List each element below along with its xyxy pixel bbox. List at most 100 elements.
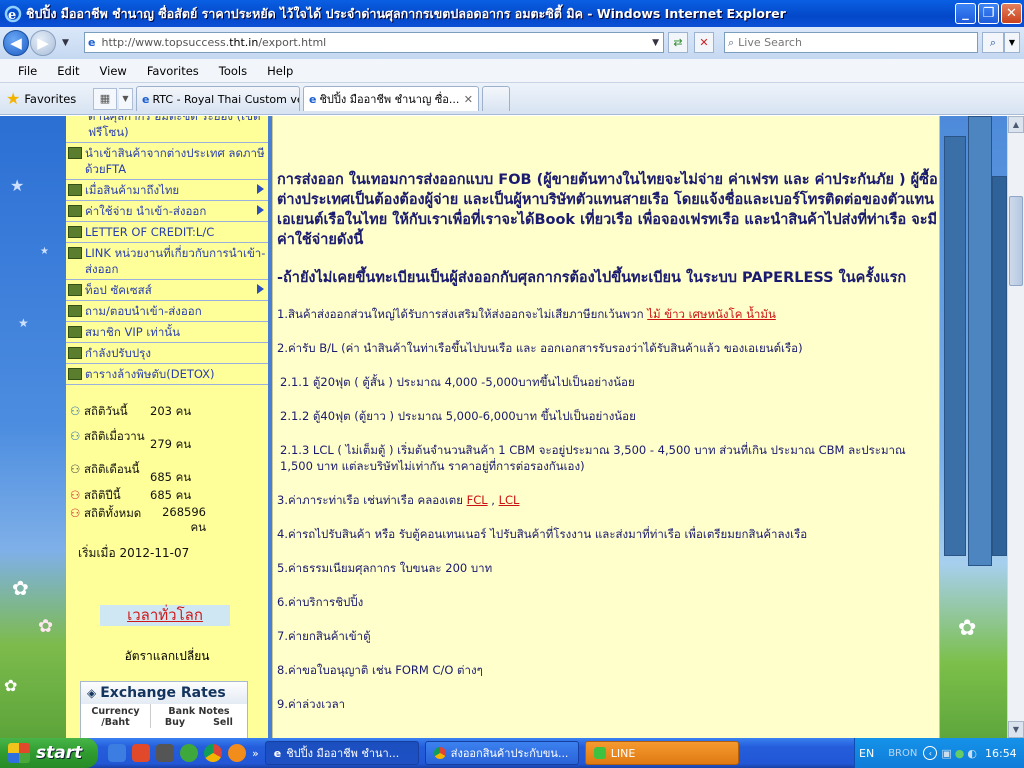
ie-tab-icon: e	[309, 92, 317, 106]
fcl-link[interactable]: FCL	[467, 493, 488, 507]
clock[interactable]: 16:54	[985, 747, 1017, 760]
address-url[interactable]: http://www.topsuccess.tht.in/export.html	[101, 36, 326, 49]
scroll-down-button[interactable]: ▼	[1008, 721, 1024, 738]
taxed-goods-link[interactable]: ไม้ ข้าว เศษหนังโค น้ำมัน	[647, 307, 776, 321]
sidebar-item-amata-customs[interactable]: ด่านศุลกากร อมตะซิตี้ ระยอง (เขตฟรีโซน)	[66, 116, 268, 143]
taskbar-chrome-window[interactable]: ส่งออกสินค้าประกับขน...	[424, 741, 579, 765]
forward-button[interactable]: ▶	[30, 30, 56, 56]
system-tray: EN BRON ‹ ▣ ● ◐ 16:54	[854, 738, 1024, 768]
menu-view[interactable]: View	[100, 64, 127, 78]
address-bar[interactable]: e http://www.topsuccess.tht.in/export.ht…	[84, 32, 664, 53]
messenger-quicklaunch-icon[interactable]	[180, 744, 198, 762]
new-tab-button[interactable]	[482, 86, 510, 111]
start-label: start	[36, 743, 83, 763]
search-options-button[interactable]: ▼	[1004, 32, 1020, 53]
building-graphic	[992, 176, 1007, 556]
lcl-link[interactable]: LCL	[499, 493, 520, 507]
scroll-up-button[interactable]: ▲	[1008, 116, 1024, 133]
menu-file[interactable]: File	[18, 64, 37, 78]
menu-favorites[interactable]: Favorites	[147, 64, 199, 78]
tab-close-icon[interactable]: ✕	[464, 93, 473, 106]
menu-tools[interactable]: Tools	[219, 64, 247, 78]
star-icon: ★	[18, 316, 29, 330]
quicklaunch-more-icon[interactable]: »	[252, 747, 259, 760]
stat-value: 203 คน	[150, 404, 192, 418]
stats-started-date: เริ่มเมื่อ 2012-11-07	[78, 546, 190, 560]
sidebar-item-top-success[interactable]: ท็อป ซัคเซสส์	[66, 280, 268, 301]
back-button[interactable]: ◀	[3, 30, 29, 56]
ie-quicklaunch-icon[interactable]	[108, 744, 126, 762]
page-scrollbar[interactable]: ▲ ▼	[1007, 116, 1024, 738]
tab-list-dropdown[interactable]: ▼	[119, 87, 133, 110]
stat-month: ⚇ สถิติเดือนนี้ 685 คน	[70, 461, 268, 487]
sidebar-item-letter-of-credit[interactable]: LETTER OF CREDIT:L/C	[66, 222, 268, 243]
start-button[interactable]: start	[0, 738, 98, 768]
stats-icon: ⚇	[70, 462, 81, 476]
building-graphic	[968, 116, 992, 566]
world-time-link[interactable]: เวลาทั่วโลก	[100, 605, 230, 626]
app-quicklaunch-icon[interactable]	[156, 744, 174, 762]
volume-icon[interactable]: ◐	[967, 747, 977, 760]
menu-help[interactable]: Help	[267, 64, 293, 78]
windows-logo-icon	[8, 743, 30, 763]
stats-icon: ⚇	[70, 429, 81, 443]
exchange-rates-columns: Currency /Baht Bank Notes Buy Sell	[81, 704, 247, 728]
stat-label: สถิติทั้งหมด	[83, 506, 142, 520]
sidebar-item-faq[interactable]: ถาม/ตอบนำเข้า-ส่งออก	[66, 301, 268, 322]
taskbar-line-window[interactable]: LINE	[584, 741, 739, 765]
sidebar-item-updating[interactable]: กำลังปรับปรุง	[66, 343, 268, 364]
tab-rtc[interactable]: eRTC - Royal Thai Custom ver...	[136, 86, 300, 111]
diamond-icon: ◈	[87, 686, 97, 700]
star-icon: ★	[10, 176, 25, 195]
submenu-arrow-icon	[257, 184, 264, 194]
close-button[interactable]: ✕	[1001, 3, 1022, 24]
sidebar-item-costs[interactable]: ค่าใช้จ่าย นำเข้า-ส่งออก	[66, 201, 268, 222]
sidebar-item-detox[interactable]: ตารางล้างพิษตับ(DETOX)	[66, 364, 268, 385]
main-content: การส่งออก ในเทอมการส่งออกแบบ FOB (ผู้ขาย…	[272, 116, 940, 738]
sidebar-item-fta-import[interactable]: นำเข้าสินค้าจากต่างประเทศ ลดภาษีด้วยFTA	[66, 143, 268, 180]
cost-item-5: 5.ค่าธรรมเนียมศุลกากร ใบขนละ 200 บาท	[277, 561, 493, 575]
window-titlebar: e ชิปปิ้ง มืออาชีพ ชำนาญ ซื่อสัตย์ ราคาป…	[0, 0, 1024, 27]
favorites-label: Favorites	[24, 91, 77, 106]
tab-shipping[interactable]: e ชิปปิ้ง มืออาชีพ ชำนาญ ซื่อ... ✕	[303, 86, 479, 111]
sidebar-item-arrival[interactable]: เมื่อสินค้ามาถึงไทย	[66, 180, 268, 201]
menu-edit[interactable]: Edit	[57, 64, 79, 78]
network-icon[interactable]: ▣	[941, 747, 951, 760]
search-go-button[interactable]: ⌕	[982, 32, 1004, 53]
favorites-button[interactable]: ★ Favorites	[6, 89, 91, 108]
tab-label: RTC - Royal Thai Custom ver...	[152, 92, 299, 106]
history-dropdown-icon[interactable]: ▼	[62, 38, 69, 48]
search-box[interactable]: ⌕ Live Search	[724, 32, 978, 53]
stop-button[interactable]: ✕	[694, 32, 714, 53]
tray-expand-icon[interactable]: ‹	[923, 746, 938, 760]
language-indicator[interactable]: EN	[859, 747, 874, 760]
search-input[interactable]: Live Search	[738, 36, 802, 49]
sidebar-item-links[interactable]: LINK หน่วยงานที่เกี่ยวกับการนำเข้า-ส่งออ…	[66, 243, 268, 280]
cost-item-2: 2.ค่ารับ B/L (ค่า นำสินค้าในท่าเรือขึ้นไ…	[277, 341, 803, 355]
stat-value: 685 คน	[150, 488, 192, 502]
quick-tabs-button[interactable]: ▦	[93, 87, 117, 110]
cost-item-2-1-3: 2.1.3 LCL ( ไม่เต็มตู้ ) เริ่มต้นจำนวนสิ…	[280, 443, 906, 473]
minimize-button[interactable]: _	[955, 3, 976, 24]
app-quicklaunch-icon[interactable]	[132, 744, 150, 762]
chrome-quicklaunch-icon[interactable]	[204, 744, 222, 762]
messenger-tray-icon[interactable]: ●	[955, 747, 965, 760]
address-dropdown-icon[interactable]: ▼	[652, 38, 659, 48]
sidebar-item-vip[interactable]: สมาชิก VIP เท่านั้น	[66, 322, 268, 343]
task-label: LINE	[610, 746, 636, 760]
stat-year: ⚇ สถิติปีนี้ 685 คน	[70, 487, 268, 505]
folder-icon	[68, 205, 82, 217]
taskbar-ie-window[interactable]: e ชิปปิ้ง มืออาชีพ ชำนา...	[264, 741, 419, 765]
refresh-button[interactable]: ⇄	[668, 32, 688, 53]
folder-icon	[68, 347, 82, 359]
sidebar-item-label: สมาชิก VIP เท่านั้น	[85, 325, 181, 339]
app-quicklaunch-icon[interactable]	[228, 744, 246, 762]
maximize-button[interactable]: ❐	[978, 3, 999, 24]
item-text: 3.ค่าภาระท่าเรือ เช่นท่าเรือ คลองเตย	[277, 493, 467, 507]
flower-icon: ✿	[958, 616, 977, 641]
scroll-thumb[interactable]	[1009, 196, 1023, 286]
intro-paragraph: การส่งออก ในเทอมการส่งออกแบบ FOB (ผู้ขาย…	[277, 172, 938, 248]
sidebar-item-label: ด่านศุลกากร อมตะซิตี้ ระยอง (เขตฟรีโซน)	[88, 116, 261, 139]
sidebar-item-label: LETTER OF CREDIT:L/C	[85, 225, 215, 239]
cost-item-1: 1.สินค้าส่งออกส่วนใหญ่ได้รับการส่งเสริมใ…	[277, 306, 939, 322]
